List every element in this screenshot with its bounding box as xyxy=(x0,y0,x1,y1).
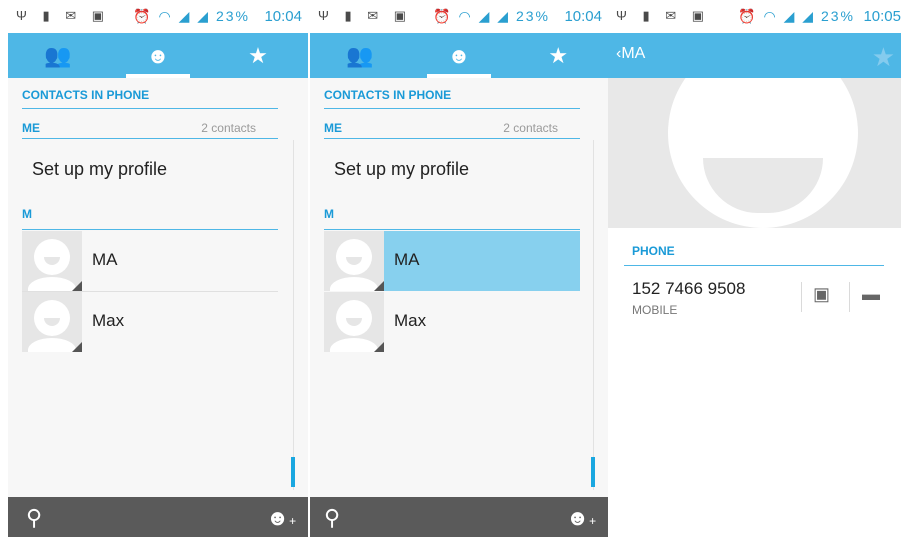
video-call-icon[interactable]: ▣ xyxy=(813,284,830,305)
clock: 10:04 xyxy=(264,8,302,25)
person-icon: ☻ xyxy=(447,42,471,68)
avatar-placeholder-icon xyxy=(668,78,858,228)
divider xyxy=(324,108,580,109)
clock: 10:04 xyxy=(564,8,602,25)
contacts-screen-2: Ψ ▮ ✉ ▣ ⏰ ◠ ◢ ◢ 23% 10:04 👥 ☻ ★ CONTACTS… xyxy=(310,0,608,537)
tab-favorites[interactable]: ★ xyxy=(509,33,608,78)
status-bar: Ψ ▮ ✉ ▣ ⏰ ◠ ◢ ◢ 23% 10:04 xyxy=(310,0,608,33)
divider xyxy=(849,282,850,312)
tab-favorites[interactable]: ★ xyxy=(208,33,308,78)
contact-detail-screen: Ψ ▮ ✉ ▣ ⏰ ◠ ◢ ◢ 23% 10:05 ‹MA ★ PHONE 15… xyxy=(608,0,901,537)
section-m: M xyxy=(324,207,334,221)
scrollbar[interactable] xyxy=(291,457,295,487)
divider xyxy=(324,138,580,139)
scroll-track xyxy=(293,140,294,490)
tab-contacts[interactable]: ☻ xyxy=(108,33,208,78)
list-item[interactable]: Max xyxy=(324,292,580,352)
tab-groups[interactable]: 👥 xyxy=(310,33,409,78)
signal-icons: ⏰ ◠ ◢ ◢ 23% xyxy=(738,8,855,24)
section-me: ME 2 contacts xyxy=(324,121,558,135)
clock: 10:05 xyxy=(863,8,901,25)
avatar xyxy=(324,231,384,291)
add-contact-icon[interactable]: ☻+ xyxy=(266,505,296,531)
group-icon: 👥 xyxy=(44,42,72,68)
scrollbar[interactable] xyxy=(591,457,595,487)
tab-contacts[interactable]: ☻ xyxy=(409,33,508,78)
scroll-track xyxy=(593,140,594,490)
divider xyxy=(324,229,580,230)
avatar xyxy=(324,292,384,352)
avatar xyxy=(22,292,82,352)
phone-section-label: PHONE xyxy=(632,244,675,258)
list-item-selected[interactable]: MA xyxy=(324,231,580,291)
bottom-bar: ⚲ ☻+ xyxy=(310,497,608,537)
contact-name: Max xyxy=(92,311,125,330)
action-bar: ‹MA ★ xyxy=(608,33,901,78)
back-button[interactable]: ‹MA xyxy=(616,45,645,63)
status-bar: Ψ ▮ ✉ ▣ ⏰ ◠ ◢ ◢ 23% 10:05 xyxy=(608,0,901,33)
section-contacts-in-phone: CONTACTS IN PHONE xyxy=(324,88,452,102)
contact-photo xyxy=(608,78,901,228)
section-m: M xyxy=(22,207,32,221)
contact-name: Max xyxy=(394,311,427,330)
signal-icons: ⏰ ◠ ◢ ◢ 23% xyxy=(133,8,250,24)
group-icon: 👥 xyxy=(345,42,374,68)
add-contact-icon[interactable]: ☻+ xyxy=(566,505,596,531)
contact-name: MA xyxy=(394,250,420,269)
bottom-bar: ⚲ ☻+ xyxy=(8,497,308,537)
avatar xyxy=(22,231,82,291)
signal-icons: ⏰ ◠ ◢ ◢ 23% xyxy=(433,8,550,24)
tab-bar: 👥 ☻ ★ xyxy=(8,33,308,78)
contact-title: MA xyxy=(621,45,646,62)
message-icon[interactable]: ▬ xyxy=(862,284,880,305)
divider xyxy=(22,229,278,230)
star-icon: ★ xyxy=(248,42,268,68)
favorite-star-icon[interactable]: ★ xyxy=(872,42,895,73)
notification-icons: Ψ ▮ ✉ ▣ xyxy=(616,8,711,23)
notification-icons: Ψ ▮ ✉ ▣ xyxy=(318,8,413,23)
section-me: ME 2 contacts xyxy=(22,121,256,135)
tab-bar: 👥 ☻ ★ xyxy=(310,33,608,78)
tab-groups[interactable]: 👥 xyxy=(8,33,108,78)
contacts-screen-1: Ψ ▮ ✉ ▣ ⏰ ◠ ◢ ◢ 23% 10:04 👥 ☻ ★ CONTACTS… xyxy=(8,0,308,537)
phone-number[interactable]: 152 7466 9508 xyxy=(632,279,745,299)
person-icon: ☻ xyxy=(146,42,170,68)
status-bar: Ψ ▮ ✉ ▣ ⏰ ◠ ◢ ◢ 23% 10:04 xyxy=(8,0,308,33)
list-item[interactable]: MA xyxy=(22,231,278,291)
list-item[interactable]: Max xyxy=(22,292,278,352)
divider xyxy=(801,282,802,312)
star-icon: ★ xyxy=(548,42,569,68)
divider xyxy=(624,265,884,266)
set-up-profile[interactable]: Set up my profile xyxy=(32,159,167,180)
me-count: 2 contacts xyxy=(503,121,558,135)
search-icon[interactable]: ⚲ xyxy=(324,505,340,531)
section-contacts-in-phone: CONTACTS IN PHONE xyxy=(22,88,150,102)
contact-name: MA xyxy=(92,250,118,269)
phone-type: MOBILE xyxy=(632,303,678,317)
divider xyxy=(22,138,278,139)
set-up-profile[interactable]: Set up my profile xyxy=(334,159,469,180)
search-icon[interactable]: ⚲ xyxy=(26,505,42,531)
divider xyxy=(22,108,278,109)
notification-icons: Ψ ▮ ✉ ▣ xyxy=(16,8,111,23)
me-count: 2 contacts xyxy=(201,121,256,135)
